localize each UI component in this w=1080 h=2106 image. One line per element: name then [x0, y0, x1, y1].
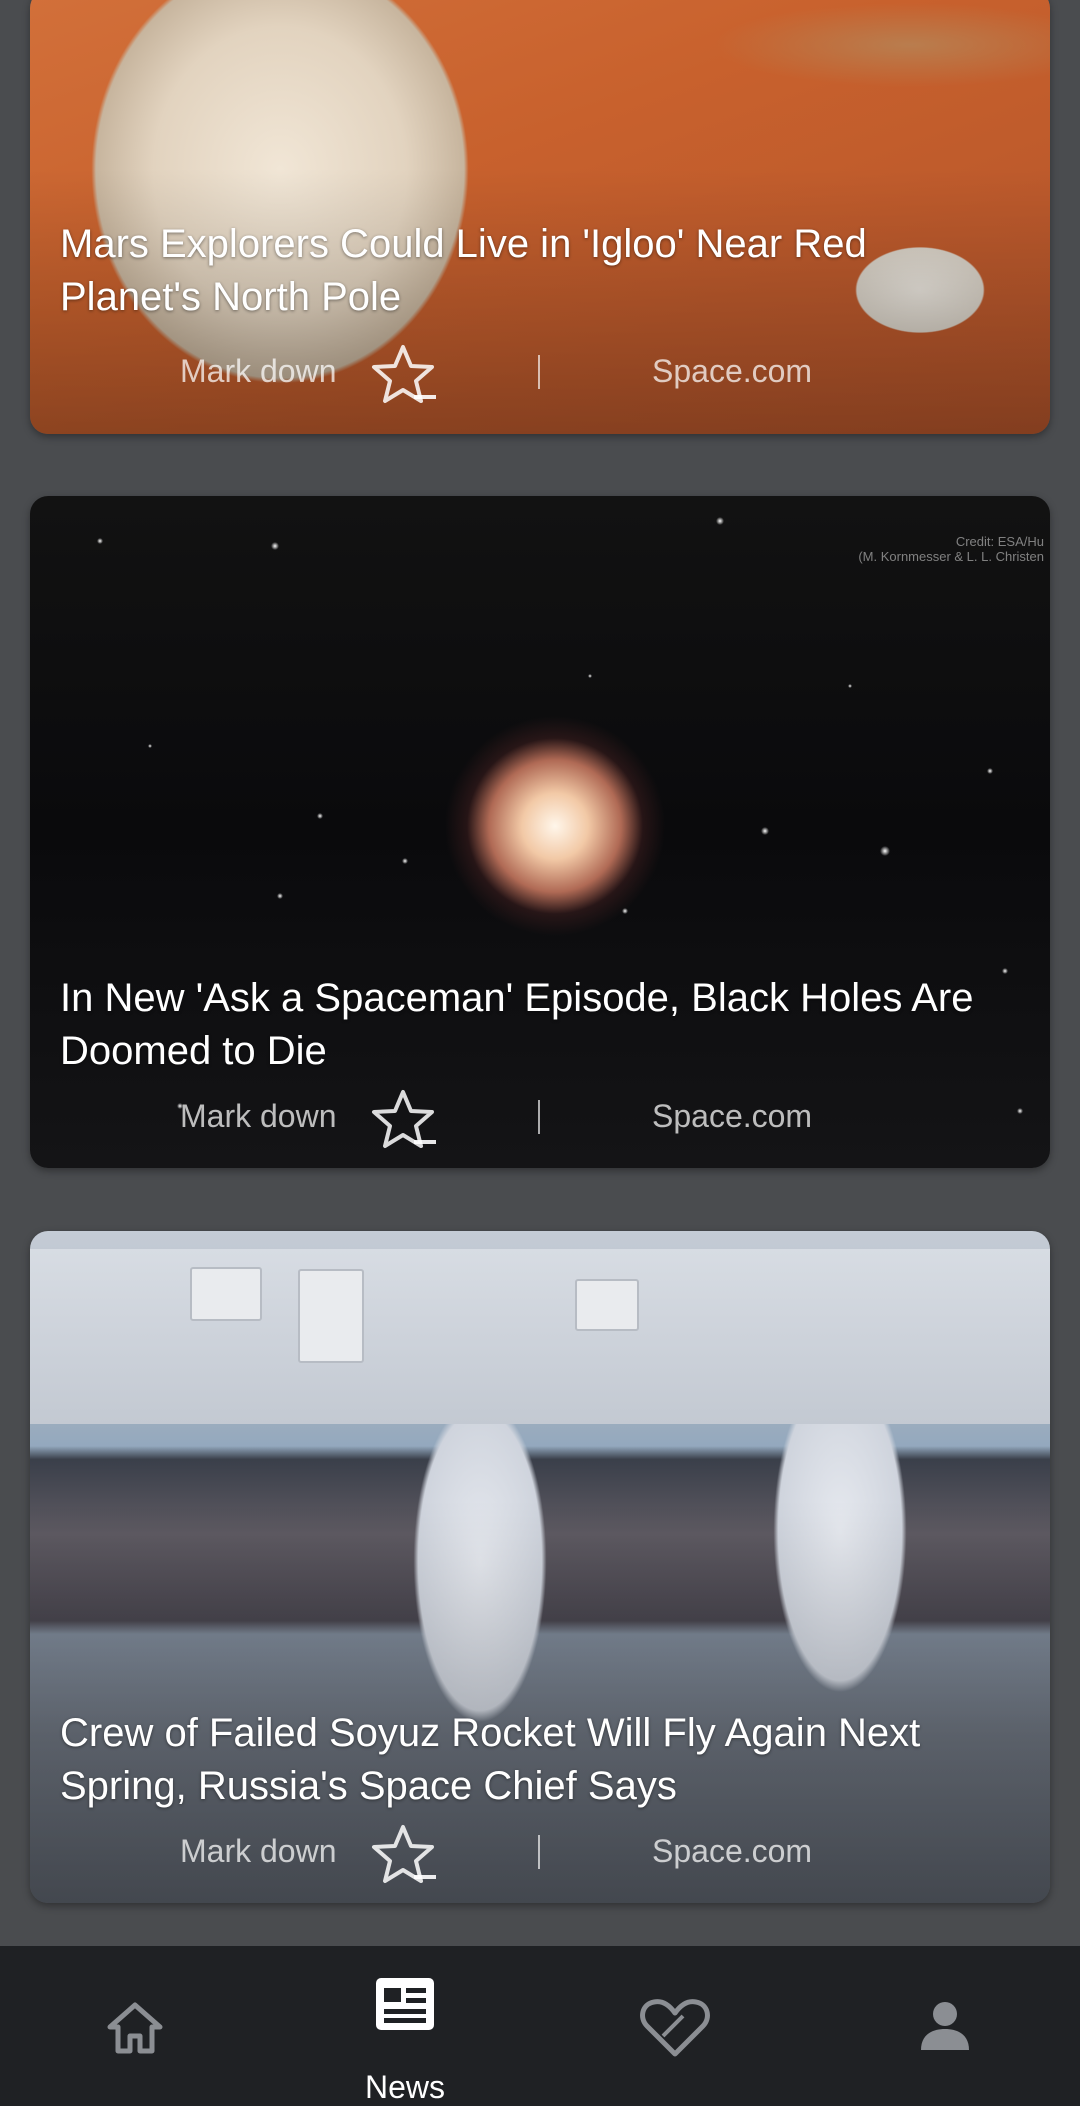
article-title: Crew of Failed Soyuz Rocket Will Fly Aga… — [60, 1711, 921, 1808]
footer-divider — [538, 1100, 540, 1134]
source-label: Space.com — [652, 1098, 813, 1134]
nav-item-news[interactable]: News — [270, 1946, 540, 2106]
bottom-navigation: News — [0, 1946, 1080, 2106]
nav-item-favorites[interactable] — [540, 1946, 810, 2106]
mark-down-label[interactable]: Mark down — [180, 353, 337, 390]
card-footer: Mark down Space.com — [30, 337, 1050, 407]
profile-icon — [921, 2002, 969, 2050]
heart-icon — [640, 1999, 710, 2057]
source-label: Space.com — [652, 353, 813, 389]
star-minus-icon[interactable] — [370, 1086, 440, 1152]
article-title: In New 'Ask a Spaceman' Episode, Black H… — [60, 976, 974, 1073]
footer-divider — [538, 355, 540, 389]
nav-item-home[interactable] — [0, 1946, 270, 2106]
home-icon — [107, 2002, 163, 2054]
star-minus-icon[interactable] — [370, 341, 440, 407]
footer-divider — [538, 1835, 540, 1869]
news-card[interactable]: Mars Explorers Could Live in 'Igloo' Nea… — [30, 0, 1050, 434]
news-icon — [376, 1978, 434, 2030]
nav-item-profile[interactable] — [810, 1946, 1080, 2106]
news-card[interactable]: Credit: ESA/Hu (M. Kornmesser & L. L. Ch… — [30, 496, 1050, 1168]
card-footer: Mark down Space.com — [30, 1082, 1050, 1152]
news-card[interactable]: Crew of Failed Soyuz Rocket Will Fly Aga… — [30, 1231, 1050, 1903]
nav-label-news: News — [364, 2069, 445, 2105]
mark-down-label[interactable]: Mark down — [180, 1098, 337, 1135]
image-credit: Credit: ESA/Hu (M. Kornmesser & L. L. Ch… — [858, 534, 1044, 564]
star-minus-icon[interactable] — [370, 1821, 440, 1887]
news-feed[interactable]: Mars Explorers Could Live in 'Igloo' Nea… — [0, 0, 1080, 1946]
article-title: Mars Explorers Could Live in 'Igloo' Nea… — [60, 222, 867, 319]
mark-down-label[interactable]: Mark down — [180, 1833, 337, 1870]
source-label: Space.com — [652, 1833, 813, 1869]
card-footer: Mark down Space.com — [30, 1817, 1050, 1887]
